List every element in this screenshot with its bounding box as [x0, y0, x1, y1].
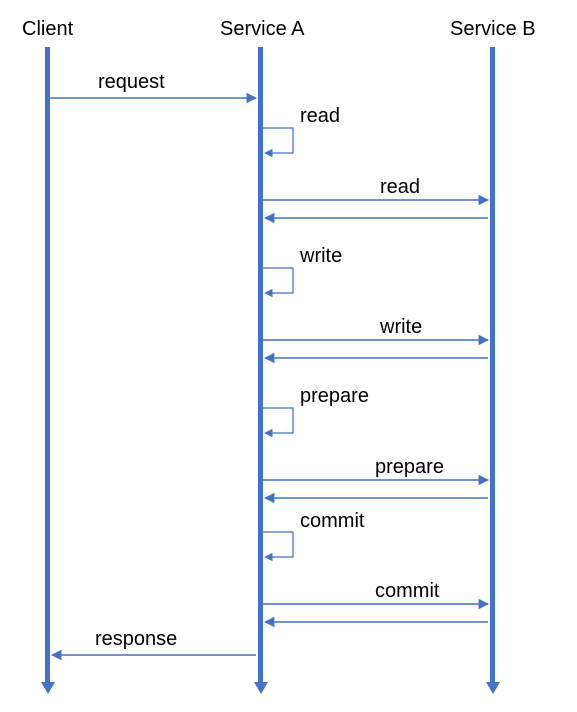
- msg-commit-self: commit: [300, 510, 364, 533]
- lifeline-service-a: [258, 47, 263, 683]
- msg-request: request: [98, 71, 165, 94]
- msg-read-self: read: [300, 105, 340, 128]
- sequence-diagram: Client Service A Service B request read …: [0, 0, 577, 712]
- lifeline-client: [45, 47, 50, 683]
- participant-service-b: Service B: [450, 18, 536, 41]
- msg-write-self: write: [300, 245, 342, 268]
- msg-response: response: [95, 628, 177, 651]
- participant-client: Client: [22, 18, 73, 41]
- arrow-write-self: [263, 268, 293, 293]
- msg-prepare-self: prepare: [300, 385, 369, 408]
- msg-read-b: read: [380, 176, 420, 199]
- msg-prepare-b: prepare: [375, 456, 444, 479]
- msg-write-b: write: [380, 316, 422, 339]
- msg-commit-b: commit: [375, 580, 439, 603]
- lifeline-service-b: [490, 47, 495, 683]
- lifeline-service-a-end: [254, 682, 268, 694]
- arrow-commit-self: [263, 532, 293, 557]
- lifeline-client-end: [41, 682, 55, 694]
- arrow-read-self: [263, 128, 293, 153]
- participant-service-a: Service A: [220, 18, 304, 41]
- arrow-prepare-self: [263, 408, 293, 433]
- lifeline-service-b-end: [486, 682, 500, 694]
